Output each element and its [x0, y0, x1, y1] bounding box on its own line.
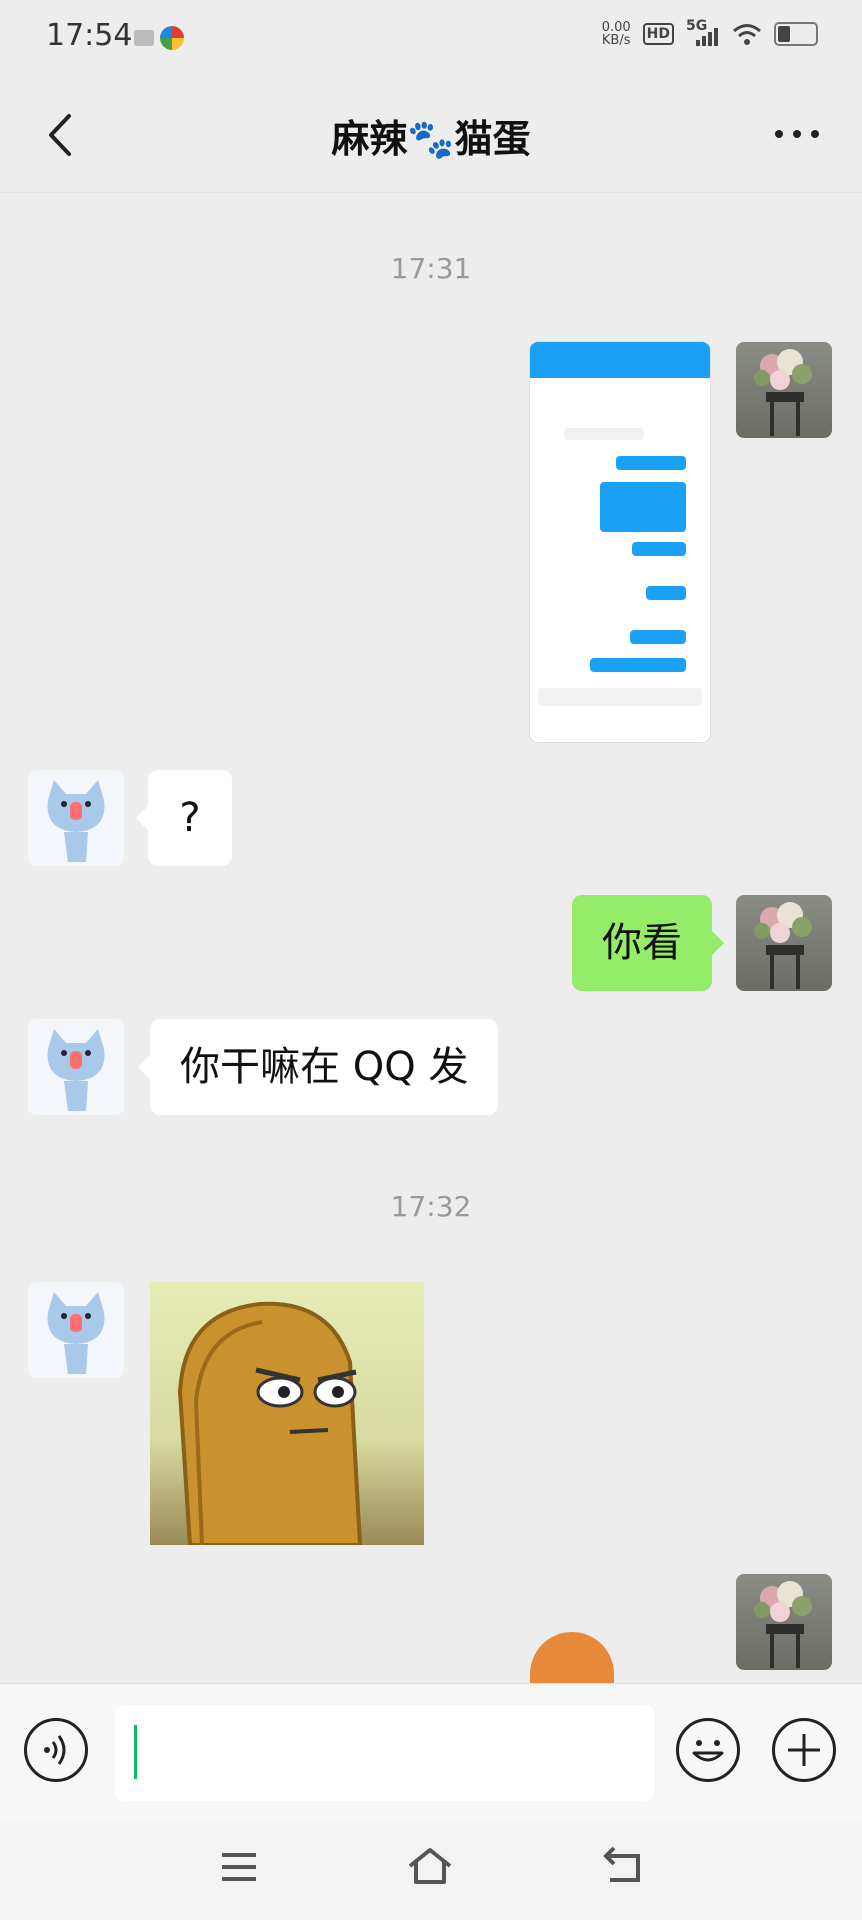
status-time: 17:54: [46, 18, 133, 53]
message-text: ?: [179, 795, 201, 841]
partial-sticker-image[interactable]: [530, 1632, 614, 1684]
cat-sticker-avatar: [47, 1292, 105, 1374]
message-input[interactable]: [115, 1705, 654, 1801]
battery-icon: [774, 22, 818, 46]
flower-bouquet-image: [754, 902, 812, 989]
menu-icon: [222, 1853, 256, 1881]
flower-bouquet-image: [754, 349, 812, 436]
app-notification-icon: [160, 26, 184, 50]
text-caret: [134, 1725, 137, 1779]
smiley-icon: [692, 1740, 724, 1762]
timestamp: 17:32: [390, 1190, 472, 1223]
cat-sticker-avatar: [47, 780, 105, 862]
shared-screenshot-image[interactable]: [530, 342, 710, 742]
message-text: 你看: [602, 920, 682, 966]
video-icon: [134, 30, 154, 46]
contact-avatar[interactable]: [28, 770, 124, 866]
chat-title: 麻辣🐾猫蛋: [331, 117, 531, 161]
voice-icon: [44, 1735, 66, 1765]
more-dots-icon: [775, 130, 819, 138]
message-bubble-outgoing[interactable]: 你看: [572, 895, 724, 991]
menu-nav-button[interactable]: [220, 1850, 258, 1884]
timestamp: 17:31: [390, 252, 472, 285]
wifi-icon: [733, 24, 761, 45]
back-nav-button[interactable]: [600, 1846, 644, 1886]
voice-button[interactable]: [24, 1718, 88, 1782]
contact-avatar[interactable]: [28, 1019, 124, 1115]
net-speed: 0.00 KB/s: [601, 20, 631, 48]
emoji-button[interactable]: [676, 1718, 740, 1782]
message-text: 你干嘛在 QQ 发: [180, 1044, 469, 1090]
more-button[interactable]: [762, 104, 832, 164]
back-arrow-icon: [603, 1846, 640, 1882]
header-divider: [0, 192, 862, 193]
plus-icon: [788, 1734, 820, 1766]
hd-badge: HD: [642, 23, 674, 45]
self-avatar[interactable]: [736, 895, 832, 991]
cat-sticker-avatar: [47, 1029, 105, 1111]
message-bubble-incoming[interactable]: 你干嘛在 QQ 发: [138, 1019, 499, 1115]
wallnut-sticker-image[interactable]: [150, 1282, 424, 1545]
status-icons: 0.00 KB/s HD 5G: [601, 18, 818, 48]
self-avatar[interactable]: [736, 1574, 832, 1670]
signal-icon: 5G: [686, 18, 720, 48]
self-avatar[interactable]: [736, 342, 832, 438]
message-bubble-incoming[interactable]: ?: [136, 770, 232, 866]
home-nav-button[interactable]: [406, 1846, 454, 1886]
flower-bouquet-image: [754, 1581, 812, 1668]
home-icon: [408, 1848, 452, 1884]
contact-avatar[interactable]: [28, 1282, 124, 1378]
more-functions-button[interactable]: [772, 1718, 836, 1782]
